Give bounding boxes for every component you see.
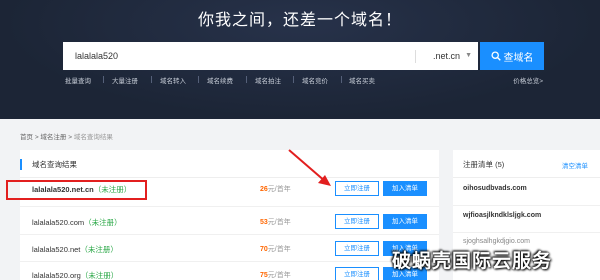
domain-search-input[interactable]: [63, 42, 413, 70]
register-now-button[interactable]: 立即注册: [335, 267, 379, 280]
nav-separator: [103, 76, 104, 83]
nav-domain-trade[interactable]: 域名买卖: [349, 75, 375, 85]
domain-nav: 批量查询 大量注册 域名转入 域名续费 域名拍注 域名竞价 域名买卖 价格总览>: [63, 75, 543, 89]
search-divider: [415, 50, 416, 63]
row-divider: [453, 205, 600, 206]
tld-select-value: .net.cn: [433, 51, 461, 61]
result-row: lalalala520.com（未注册） 53元/首年 立即注册 加入清单: [20, 211, 439, 233]
register-now-button[interactable]: 立即注册: [335, 241, 379, 256]
add-to-list-button[interactable]: 加入清单: [383, 181, 427, 196]
status-available: （未注册）: [84, 218, 122, 227]
watermark: 破蜗壳国际云服务: [392, 250, 553, 272]
nav-separator: [293, 76, 294, 83]
row-divider: [20, 206, 439, 207]
search-icon: [490, 51, 501, 61]
breadcrumb: 首页 > 域名注册 > 域名查询结果: [20, 131, 113, 141]
clear-list-link[interactable]: 清空清单: [562, 160, 588, 170]
result-domain: lalalala520.net（未注册）: [32, 245, 118, 254]
nav-domain-auction[interactable]: 域名竞价: [302, 75, 328, 85]
register-now-button[interactable]: 立即注册: [335, 181, 379, 196]
chevron-down-icon: ▼: [465, 52, 472, 59]
results-panel: 域名查询结果 lalalala520.net.cn（未注册） 26元/首年 立即…: [20, 150, 439, 280]
search-button-label: 查域名: [503, 52, 534, 64]
result-domain: lalalala520.org（未注册）: [32, 271, 119, 280]
results-title: 域名查询结果: [20, 159, 77, 170]
nav-separator: [341, 76, 342, 83]
registration-list-item: sjoghsalhgkdjgio.com: [463, 238, 530, 245]
result-price: 53元/首年: [260, 219, 291, 226]
divider: [453, 177, 600, 178]
result-price: 75元/首年: [260, 272, 291, 279]
nav-bulk-register[interactable]: 大量注册: [112, 75, 138, 85]
search-domain-button[interactable]: 查域名: [480, 42, 544, 70]
nav-batch-query[interactable]: 批量查询: [65, 75, 91, 85]
nav-domain-backorder[interactable]: 域名拍注: [255, 75, 281, 85]
row-divider: [20, 261, 439, 262]
result-price: 70元/首年: [260, 246, 291, 253]
nav-separator: [198, 76, 199, 83]
breadcrumb-separator: >: [68, 134, 73, 141]
nav-domain-renew[interactable]: 域名续费: [207, 75, 233, 85]
nav-separator: [246, 76, 247, 83]
registration-list-item: wjfioasjlkndklsljgk.com: [463, 212, 542, 219]
registration-list-title: 注册清单 (5): [463, 160, 505, 169]
hero-banner: 你我之间，还差一个域名！ .net.cn ▼ 查域名 批量查询 大量注册 域名转…: [0, 0, 600, 119]
result-domain: lalalala520.com（未注册）: [32, 218, 122, 227]
hero-title: 你我之间，还差一个域名！: [197, 12, 402, 29]
result-row: lalalala520.org（未注册） 75元/首年 立即注册 加入清单: [20, 264, 439, 280]
register-now-button[interactable]: 立即注册: [335, 214, 379, 229]
breadcrumb-current: 域名查询结果: [73, 134, 113, 141]
breadcrumb-domain-register[interactable]: 域名注册: [40, 134, 66, 141]
breadcrumb-separator: >: [34, 134, 39, 141]
status-available: （未注册）: [80, 245, 118, 254]
result-row: lalalala520.net（未注册） 70元/首年 立即注册 加入清单: [20, 238, 439, 260]
registration-list-item: oihosudbvads.com: [463, 185, 527, 192]
row-divider: [453, 232, 600, 233]
status-available: （未注册）: [80, 271, 119, 280]
nav-separator: [151, 76, 152, 83]
highlight-box: [6, 180, 147, 200]
search-box: .net.cn ▼: [63, 42, 478, 70]
breadcrumb-home[interactable]: 首页: [20, 134, 33, 141]
add-to-list-button[interactable]: 加入清单: [383, 214, 427, 229]
tld-select[interactable]: .net.cn ▼: [421, 42, 478, 70]
result-price: 26元/首年: [260, 186, 291, 193]
row-divider: [20, 234, 439, 235]
price-overview-link[interactable]: 价格总览>: [513, 75, 543, 85]
nav-domain-transfer[interactable]: 域名转入: [160, 75, 186, 85]
